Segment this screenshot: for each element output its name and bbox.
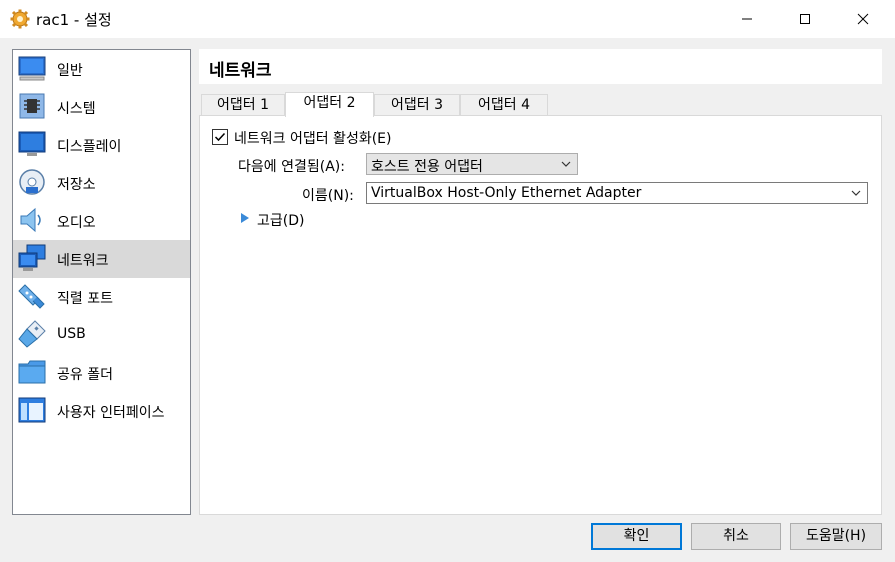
sidebar-item-serial-port[interactable]: 직렬 포트 (13, 278, 190, 316)
advanced-expander[interactable]: 고급(D) (257, 210, 304, 230)
expand-arrow-icon[interactable] (240, 212, 250, 224)
folder-icon (18, 360, 46, 384)
display-icon (18, 131, 46, 156)
settings-sidebar: 일반 시스템 디스플레이 저장소 오디오 네트워크 직렬 포트 USB 공유 폴… (12, 49, 191, 515)
chip-icon (19, 93, 45, 119)
sidebar-item-label: 시스템 (57, 101, 96, 117)
sidebar-item-shared-folders[interactable]: 공유 폴더 (13, 354, 190, 392)
sidebar-item-label: 디스플레이 (57, 139, 122, 155)
checkmark-icon (214, 132, 226, 142)
sidebar-item-audio[interactable]: 오디오 (13, 202, 190, 240)
maximize-icon (800, 14, 810, 24)
sidebar-item-storage[interactable]: 저장소 (13, 164, 190, 202)
close-button[interactable] (840, 0, 886, 38)
cancel-button[interactable]: 취소 (691, 523, 781, 550)
sidebar-item-label: 직렬 포트 (57, 291, 113, 307)
ui-icon (18, 397, 46, 423)
serial-port-icon (18, 284, 45, 309)
enable-adapter-checkbox[interactable] (212, 129, 228, 145)
attached-to-select[interactable]: 호스트 전용 어댑터 (366, 153, 578, 175)
sidebar-item-display[interactable]: 디스플레이 (13, 126, 190, 164)
enable-adapter-label[interactable]: 네트워크 어댑터 활성화(E) (234, 128, 391, 148)
sidebar-item-label: 오디오 (57, 215, 96, 231)
tab-adapter-3[interactable]: 어댑터 3 (374, 94, 460, 116)
chevron-down-icon (561, 161, 571, 167)
page-title: 네트워크 (209, 61, 272, 81)
sidebar-item-label: 사용자 인터페이스 (57, 405, 165, 421)
name-label: 이름(N): (302, 188, 354, 204)
tab-adapter-1[interactable]: 어댑터 1 (201, 94, 285, 116)
sidebar-item-usb[interactable]: USB (13, 316, 190, 354)
attached-to-label: 다음에 연결됨(A): (238, 159, 345, 175)
disk-icon (19, 169, 45, 195)
tab-adapter-2[interactable]: 어댑터 2 (285, 92, 374, 117)
minimize-icon (742, 18, 752, 20)
adapter-settings-panel: 네트워크 어댑터 활성화(E) 다음에 연결됨(A): 호스트 전용 어댑터 이… (199, 115, 882, 515)
minimize-button[interactable] (724, 0, 770, 38)
maximize-button[interactable] (782, 0, 828, 38)
window-title: rac1 - 설정 (36, 11, 112, 29)
monitor-icon (18, 56, 46, 81)
close-icon (857, 13, 869, 25)
gear-icon (10, 9, 30, 29)
usb-icon (18, 320, 46, 348)
help-button[interactable]: 도움말(H) (790, 523, 882, 550)
adapter-name-select[interactable]: VirtualBox Host-Only Ethernet Adapter (366, 182, 868, 204)
sidebar-item-label: 일반 (57, 63, 83, 79)
page-header: 네트워크 (199, 49, 882, 84)
ok-button[interactable]: 확인 (591, 523, 682, 550)
title-bar: rac1 - 설정 (0, 0, 895, 38)
sidebar-item-system[interactable]: 시스템 (13, 88, 190, 126)
adapter-name-value: VirtualBox Host-Only Ethernet Adapter (371, 185, 642, 201)
tab-adapter-4[interactable]: 어댑터 4 (460, 94, 548, 116)
sidebar-item-general[interactable]: 일반 (13, 50, 190, 88)
network-icon (18, 244, 46, 271)
sidebar-item-user-interface[interactable]: 사용자 인터페이스 (13, 392, 190, 430)
attached-to-value: 호스트 전용 어댑터 (371, 159, 483, 175)
sidebar-item-label: 네트워크 (57, 253, 109, 269)
speaker-icon (20, 207, 41, 233)
sidebar-item-network[interactable]: 네트워크 (13, 240, 190, 278)
sidebar-item-label: USB (57, 326, 86, 342)
chevron-down-icon (851, 190, 861, 196)
sidebar-item-label: 저장소 (57, 177, 96, 193)
sidebar-item-label: 공유 폴더 (57, 367, 113, 383)
